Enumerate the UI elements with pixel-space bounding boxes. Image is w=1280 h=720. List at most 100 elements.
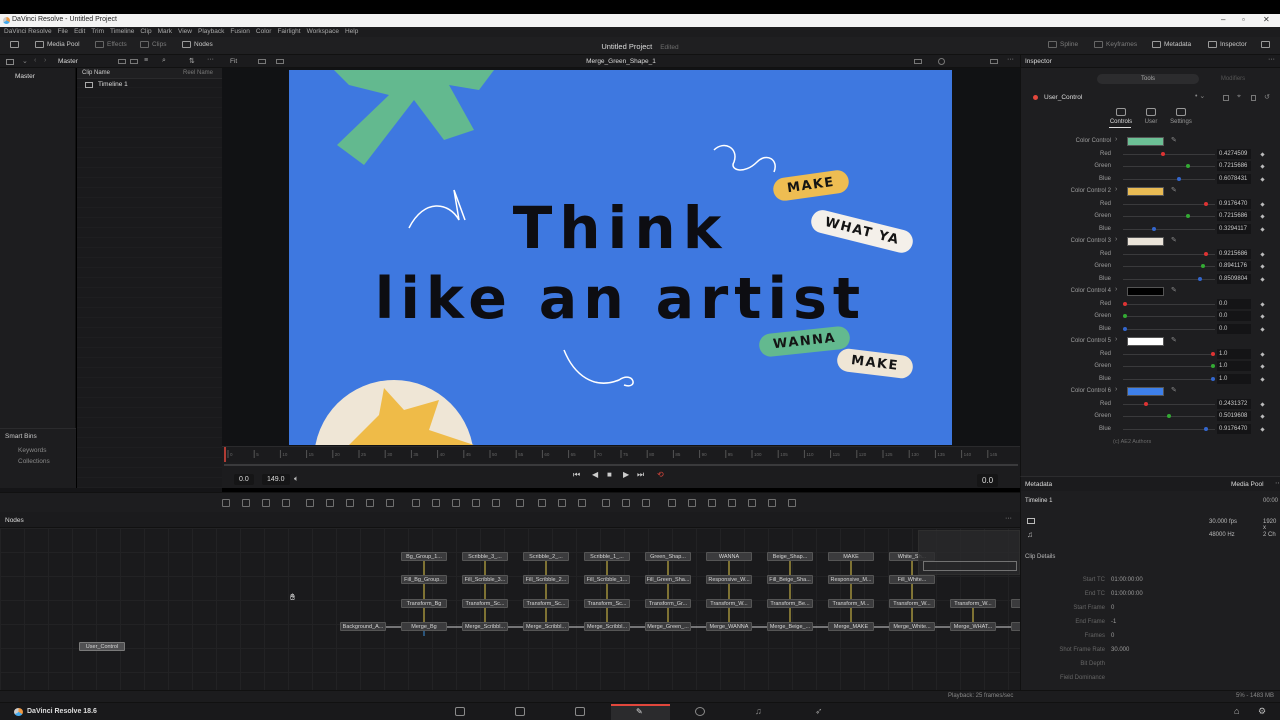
- chevron-right-icon[interactable]: ›: [1115, 386, 1117, 393]
- bin-list-toggle-icon[interactable]: [6, 59, 14, 65]
- slider-knob[interactable]: [1204, 201, 1208, 206]
- node-row4[interactable]: Background_A...: [340, 622, 386, 631]
- fusion-tool-icon[interactable]: [788, 499, 796, 507]
- node-row1[interactable]: Scribble_2_...: [523, 552, 569, 561]
- channel-value-field[interactable]: 0.0: [1217, 323, 1251, 334]
- channel-value-field[interactable]: 0.9176470: [1217, 198, 1251, 209]
- menu-davinci[interactable]: DaVinci Resolve: [4, 27, 52, 37]
- lock-icon[interactable]: [1251, 95, 1256, 101]
- chevron-right-icon[interactable]: ›: [1115, 136, 1117, 143]
- fusion-tool-icon[interactable]: [748, 499, 756, 507]
- subtab-settings[interactable]: Settings: [1166, 108, 1196, 125]
- stop-icon[interactable]: ■: [607, 470, 612, 479]
- node-row3[interactable]: Transform_Bg: [401, 599, 447, 608]
- menu-color[interactable]: Color: [256, 27, 272, 37]
- eyedropper-icon[interactable]: ✎: [1171, 136, 1177, 144]
- current-frame-field[interactable]: 0.0: [977, 474, 999, 487]
- inspector-more-icon[interactable]: ···: [1268, 56, 1275, 63]
- channel-slider[interactable]: [1123, 301, 1215, 306]
- node-row1[interactable]: MAKE: [828, 552, 874, 561]
- pin-icon[interactable]: ⌖: [1237, 93, 1241, 101]
- home-icon[interactable]: ⌂: [1234, 706, 1239, 716]
- menu-clip[interactable]: Clip: [140, 27, 151, 37]
- maximize-icon[interactable]: ▫: [1242, 15, 1245, 24]
- slider-knob[interactable]: [1198, 276, 1202, 281]
- keyframe-icon[interactable]: [1260, 176, 1265, 182]
- node-row3[interactable]: Transform_Be...: [767, 599, 813, 608]
- fusion-tool-icon[interactable]: [492, 499, 500, 507]
- keyframe-icon[interactable]: [1260, 314, 1265, 319]
- inspector-button[interactable]: Inspector: [1208, 41, 1247, 48]
- eyedropper-icon[interactable]: ✎: [1171, 286, 1177, 294]
- scrub-bar[interactable]: [224, 464, 1018, 466]
- node-row1[interactable]: WANNA: [706, 552, 752, 561]
- node-row3[interactable]: Transform_W...: [889, 599, 935, 608]
- sort-icon[interactable]: ⇅: [189, 57, 195, 65]
- channel-slider[interactable]: [1123, 201, 1215, 206]
- channel-slider[interactable]: [1123, 426, 1215, 431]
- fusion-tool-icon[interactable]: [326, 499, 334, 507]
- fusion-tool-icon[interactable]: [222, 499, 230, 507]
- node-row4[interactable]: Merge_WHAT...: [950, 622, 996, 631]
- keyframe-icon[interactable]: [1260, 376, 1265, 382]
- chevron-down-icon[interactable]: ⌄: [22, 57, 28, 65]
- channel-slider[interactable]: [1123, 414, 1215, 418]
- fusion-tool-icon[interactable]: [262, 499, 270, 507]
- node-row2[interactable]: Fill_Scribble_2...: [523, 575, 569, 584]
- channel-slider[interactable]: [1123, 364, 1215, 368]
- slider-knob[interactable]: [1152, 226, 1156, 231]
- node-row4[interactable]: Merge_Bg: [401, 622, 447, 631]
- thumbnail-view-icon[interactable]: [118, 59, 126, 64]
- navigator-viewport[interactable]: [923, 561, 1017, 571]
- color-swatch[interactable]: [1127, 337, 1164, 346]
- eyedropper-icon[interactable]: ✎: [1171, 236, 1177, 244]
- color-swatch[interactable]: [1127, 137, 1164, 146]
- node-row3[interactable]: Transform_Sc...: [523, 599, 569, 608]
- go-to-start-icon[interactable]: ⏮︎: [573, 470, 580, 480]
- channel-slider[interactable]: [1123, 251, 1215, 256]
- fairlight-page-icon[interactable]: ♫: [755, 706, 762, 716]
- slider-knob[interactable]: [1177, 176, 1181, 181]
- metadata-media-pool[interactable]: Media Pool: [1231, 481, 1264, 488]
- fusion-tool-icon[interactable]: [642, 499, 650, 507]
- keyframe-icon[interactable]: [1260, 301, 1265, 307]
- metadata-field-value[interactable]: 0: [1111, 633, 1114, 639]
- channel-value-field[interactable]: 0.7215686: [1217, 161, 1251, 171]
- fusion-tool-icon[interactable]: [472, 499, 480, 507]
- smart-bin-keywords[interactable]: Keywords: [18, 447, 76, 454]
- reset-icon[interactable]: ↺: [1264, 93, 1270, 101]
- chevron-right-icon[interactable]: ›: [1115, 286, 1117, 293]
- node-navigator[interactable]: [918, 530, 1020, 575]
- node-row2[interactable]: Responsive_W...: [706, 575, 752, 584]
- menu-view[interactable]: View: [178, 27, 192, 37]
- fusion-tool-icon[interactable]: [306, 499, 314, 507]
- fusion-tool-icon[interactable]: [538, 499, 546, 507]
- channel-value-field[interactable]: 0.5019608: [1217, 411, 1251, 421]
- channel-value-field[interactable]: 1.0: [1217, 361, 1251, 371]
- fusion-tool-icon[interactable]: [346, 499, 354, 507]
- fusion-tool-icon[interactable]: [432, 499, 440, 507]
- channel-slider[interactable]: [1123, 276, 1215, 281]
- menu-trim[interactable]: Trim: [91, 27, 104, 37]
- channel-value-field[interactable]: 0.7215686: [1217, 211, 1251, 221]
- keyframe-icon[interactable]: [1260, 414, 1265, 419]
- eyedropper-icon[interactable]: ✎: [1171, 336, 1177, 344]
- close-icon[interactable]: ✕: [1263, 15, 1270, 24]
- channel-slider[interactable]: [1123, 176, 1215, 181]
- node-row1[interactable]: Green_Shap...: [645, 552, 691, 561]
- slider-knob[interactable]: [1123, 314, 1127, 318]
- slider-knob[interactable]: [1123, 326, 1127, 331]
- keyframe-icon[interactable]: [1260, 426, 1265, 432]
- slider-knob[interactable]: [1211, 364, 1215, 368]
- fusion-tool-icon[interactable]: [578, 499, 586, 507]
- color-swatch[interactable]: [1127, 187, 1164, 196]
- slider-knob[interactable]: [1204, 251, 1208, 256]
- viewer-canvas[interactable]: Think like an artist MAKE WHAT YA WANNA …: [289, 70, 952, 445]
- edit-page-icon[interactable]: [575, 707, 585, 716]
- keyframe-icon[interactable]: [1260, 276, 1265, 282]
- fusion-tool-icon[interactable]: [688, 499, 696, 507]
- more-options-icon[interactable]: ···: [207, 56, 214, 63]
- fusion-tool-icon[interactable]: [622, 499, 630, 507]
- channel-slider[interactable]: [1123, 314, 1215, 318]
- channel-value-field[interactable]: 1.0: [1217, 373, 1251, 384]
